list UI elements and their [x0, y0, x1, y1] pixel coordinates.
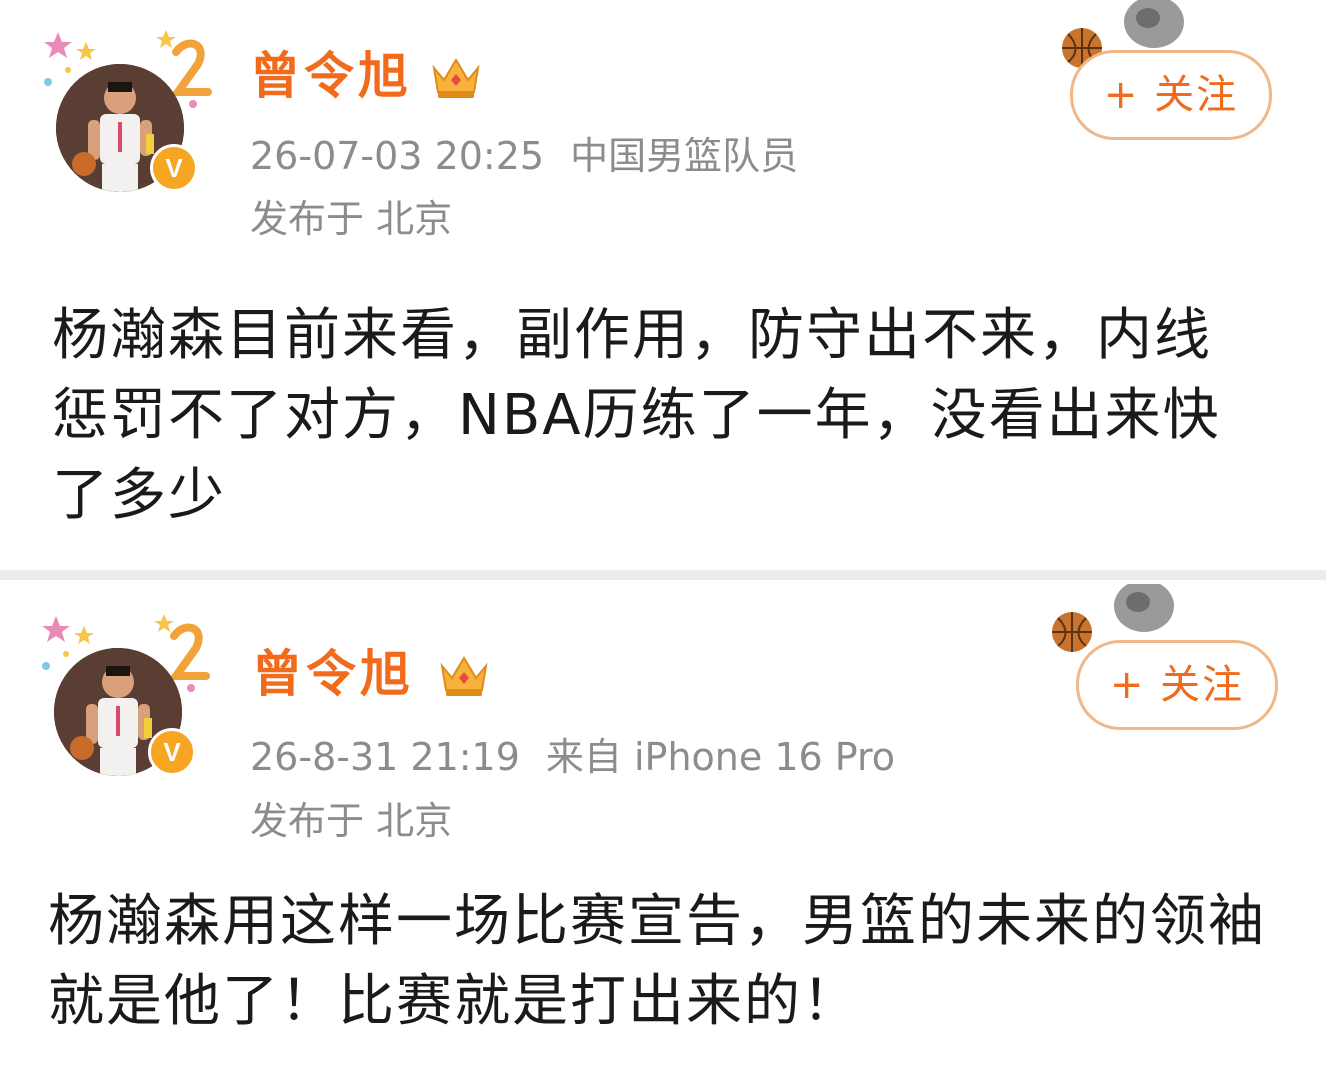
post-timestamp[interactable]: 26-8-31 21:19: [250, 735, 520, 779]
username[interactable]: 曾令旭: [250, 48, 412, 104]
post-card: V 曾令旭 26-8-31 21:19 来自 iPhone 16 Pro 发布于 …: [0, 580, 1326, 1080]
crown-icon: [432, 58, 480, 98]
post-source: 来自 iPhone 16 Pro: [545, 735, 896, 779]
avatar-frame[interactable]: V: [38, 22, 212, 192]
avatar-frame[interactable]: V: [36, 606, 210, 776]
follow-button[interactable]: + 关注: [1070, 50, 1272, 140]
post-source: 中国男篮队员: [570, 134, 799, 178]
verified-v-icon: V: [150, 144, 198, 192]
post-location: 发布于 北京: [250, 197, 453, 241]
post-content-line: 杨瀚森目前来看，副作用，防守出不来，内线: [52, 303, 1212, 368]
verified-v-icon: V: [148, 728, 196, 776]
post-location: 发布于 北京: [250, 799, 453, 843]
username[interactable]: 曾令旭: [252, 646, 414, 702]
post-content-line: 杨瀚森用这样一场比赛宣告，男篮的未来的领袖: [48, 889, 1266, 954]
follow-button[interactable]: + 关注: [1076, 640, 1278, 730]
post-meta: 26-07-03 20:25 中国男篮队员: [250, 133, 798, 179]
post-content-line: 就是他了！比赛就是打出来的！: [48, 969, 860, 1034]
post-content: 杨瀚森用这样一场比赛宣告，男篮的未来的领袖 就是他了！比赛就是打出来的！: [48, 882, 1266, 1042]
post-content: 杨瀚森目前来看，副作用，防守出不来，内线 惩罚不了对方，NBA历练了一年，没看出…: [52, 296, 1221, 536]
weibo-feed: V 曾令旭 26-07-03 20:25 中国男篮队员 发布于 北京 + 关注 杨…: [0, 0, 1326, 1080]
post-timestamp[interactable]: 26-07-03 20:25: [250, 134, 544, 178]
post-card: V 曾令旭 26-07-03 20:25 中国男篮队员 发布于 北京 + 关注 杨…: [0, 0, 1326, 570]
post-meta: 26-8-31 21:19 来自 iPhone 16 Pro: [250, 734, 895, 780]
post-content-line: 了多少: [52, 463, 226, 528]
post-content-line: 惩罚不了对方，NBA历练了一年，没看出来快: [52, 383, 1221, 448]
crown-icon: [440, 656, 488, 696]
